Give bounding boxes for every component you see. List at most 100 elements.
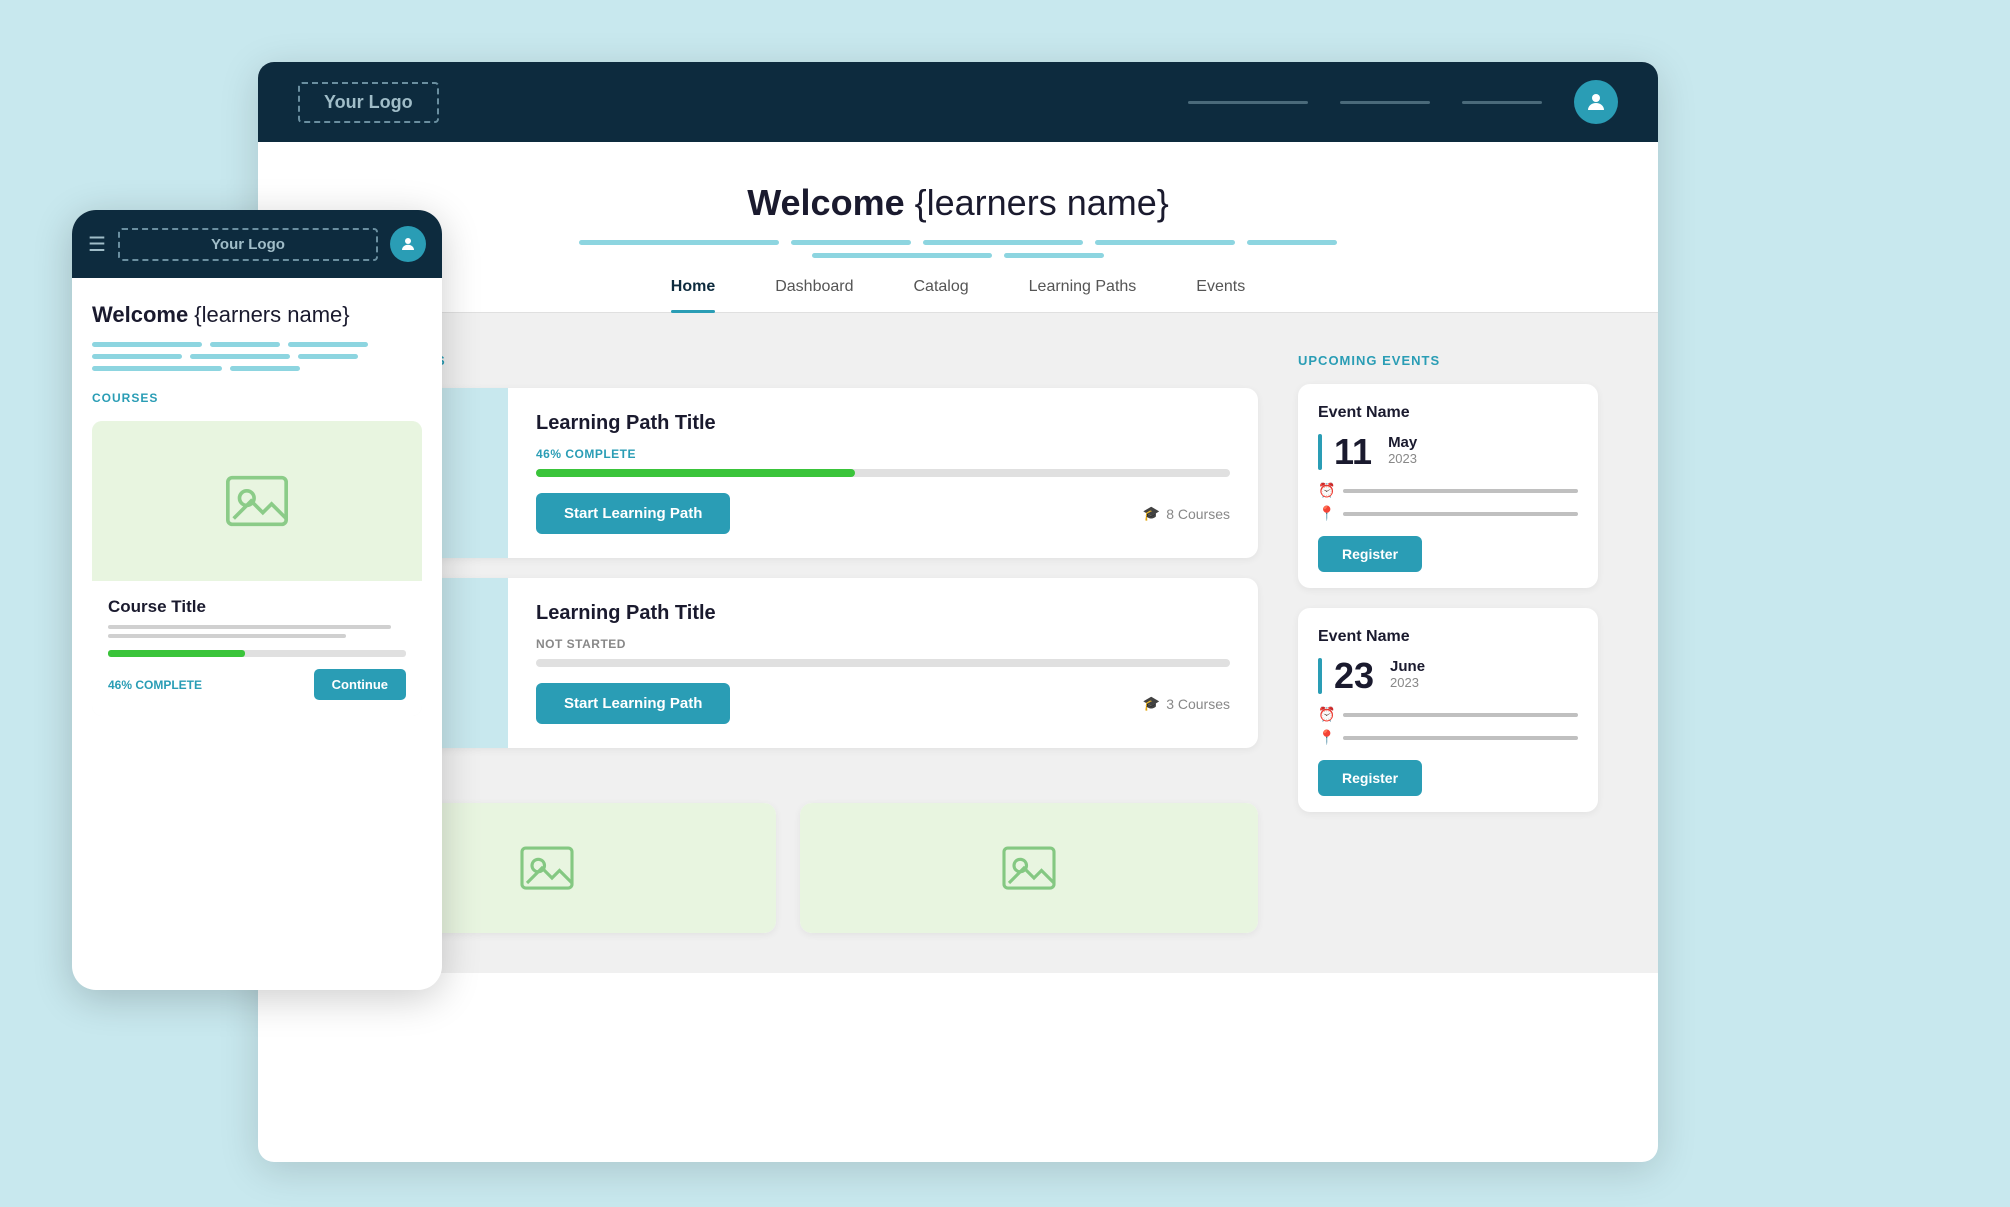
event-card-2: Event Name 23 June 2023 ⏰ 📍 [1298,608,1598,812]
event-day-2: 23 [1334,658,1374,694]
subtitle-line-6 [812,253,992,258]
lp-progress-bg-1 [536,469,1230,477]
mobile-sub-line-1 [92,342,202,347]
event-time-line-2 [1343,713,1578,717]
mobile-course-desc-lines [108,625,406,638]
mobile-card-bottom: 46% COMPLETE Continue [108,669,406,700]
subtitle-line-1 [579,240,779,245]
event-time-row-2: ⏰ [1318,706,1578,723]
register-button-1[interactable]: Register [1318,536,1422,572]
mobile-user-avatar[interactable] [390,226,426,262]
nav-placeholder-1 [1188,101,1308,104]
mobile-sub-line-6 [298,354,358,359]
continue-button[interactable]: Continue [314,669,406,700]
lp-progress-fill-1 [536,469,855,477]
start-learning-path-button-2[interactable]: Start Learning Path [536,683,730,724]
mobile-sub-line-8 [230,366,300,371]
mobile-sub-line-4 [92,354,182,359]
mobile-sub-line-3 [288,342,368,347]
location-icon-1: 📍 [1318,505,1335,522]
mobile-subtitle-row-1 [92,342,422,347]
mobile-welcome-bold: Welcome [92,302,188,327]
event-location-line-2 [1343,736,1578,740]
desktop-user-avatar[interactable] [1574,80,1618,124]
tab-home[interactable]: Home [671,278,715,312]
desktop-main: LEARNING PATHS Learning Path Title 46% C… [258,313,1658,973]
mobile-desc-line-2 [108,634,346,638]
mobile-sub-line-5 [190,354,290,359]
welcome-bold: Welcome [747,182,904,223]
tab-learning-paths[interactable]: Learning Paths [1029,278,1137,312]
mobile-subtitle-lines [92,342,422,371]
event-day-1: 11 [1334,434,1372,470]
learning-paths-label: LEARNING PATHS [318,353,1258,368]
mobile-subtitle-row-3 [92,366,422,371]
subtitle-line-7 [1004,253,1104,258]
mobile-course-content: Course Title 46% COMPLETE Continue [92,581,422,716]
courses-count-text-1: 8 Courses [1166,506,1230,522]
courses-section-label: COURSES [318,768,1258,783]
mobile-course-image [92,421,422,581]
tab-catalog[interactable]: Catalog [914,278,969,312]
lp-progress-bg-2 [536,659,1230,667]
subtitle-line-group-2 [812,253,1104,258]
subtitle-line-2 [791,240,911,245]
courses-icon-2: 🎓 [1143,695,1160,712]
hamburger-icon[interactable]: ☰ [88,232,106,257]
location-icon-2: 📍 [1318,729,1335,746]
event-location-line-1 [1343,512,1578,516]
clock-icon-2: ⏰ [1318,706,1335,723]
mobile-welcome-normal: {learners name} [188,302,349,327]
event-date-row-1: 11 May 2023 [1318,434,1578,470]
lp-title-2: Learning Path Title [536,602,1230,625]
lp-bottom-2: Start Learning Path 🎓 3 Courses [536,683,1230,724]
nav-placeholder-2 [1340,101,1430,104]
start-learning-path-button-1[interactable]: Start Learning Path [536,493,730,534]
event-month-year-1: May 2023 [1388,434,1417,466]
event-location-row-1: 📍 [1318,505,1578,522]
mobile-logo: Your Logo [118,228,378,261]
mobile-welcome-title: Welcome {learners name} [92,302,422,328]
mobile-courses-label: COURSES [92,391,422,405]
welcome-normal: {learners name} [905,182,1169,223]
subtitle-line-group-1 [579,240,1337,245]
mobile-content: Welcome {learners name} COURSES [72,278,442,756]
event-name-2: Event Name [1318,628,1578,646]
mobile-course-status: 46% COMPLETE [108,678,202,692]
desktop-welcome-title: Welcome {learners name} [318,182,1598,224]
desktop-mockup: Your Logo Welcome {learners name} [258,62,1658,1162]
clock-icon-1: ⏰ [1318,482,1335,499]
course-cards-row [318,803,1258,933]
event-month-year-2: June 2023 [1390,658,1425,690]
mobile-progress-bg [108,650,406,657]
desktop-left-col: LEARNING PATHS Learning Path Title 46% C… [318,353,1258,933]
lp-title-1: Learning Path Title [536,412,1230,435]
lp-content-1: Learning Path Title 46% COMPLETE Start L… [508,388,1258,558]
event-location-row-2: 📍 [1318,729,1578,746]
mobile-navbar: ☰ Your Logo [72,210,442,278]
mobile-desc-line-1 [108,625,391,629]
tab-events[interactable]: Events [1196,278,1245,312]
lp-status-2: NOT STARTED [536,637,1230,651]
subtitle-line-3 [923,240,1083,245]
lp-content-2: Learning Path Title NOT STARTED Start Le… [508,578,1258,748]
event-month-2: June [1390,658,1425,675]
courses-count-text-2: 3 Courses [1166,696,1230,712]
course-card-image-2 [800,803,1258,933]
lp-status-1: 46% COMPLETE [536,447,1230,461]
mobile-course-title: Course Title [108,597,406,617]
subtitle-line-5 [1247,240,1337,245]
desktop-tabs: Home Dashboard Catalog Learning Paths Ev… [258,258,1658,313]
event-date-bar-1 [1318,434,1322,470]
event-month-1: May [1388,434,1417,451]
mobile-sub-line-7 [92,366,222,371]
mobile-mockup: ☰ Your Logo Welcome {learners name} [72,210,442,990]
mobile-subtitle-row-2 [92,354,422,359]
course-card-2 [800,803,1258,933]
tab-dashboard[interactable]: Dashboard [775,278,853,312]
lp-courses-count-1: 🎓 8 Courses [1143,505,1230,522]
event-date-row-2: 23 June 2023 [1318,658,1578,694]
register-button-2[interactable]: Register [1318,760,1422,796]
subtitle-line-4 [1095,240,1235,245]
mobile-sub-line-2 [210,342,280,347]
